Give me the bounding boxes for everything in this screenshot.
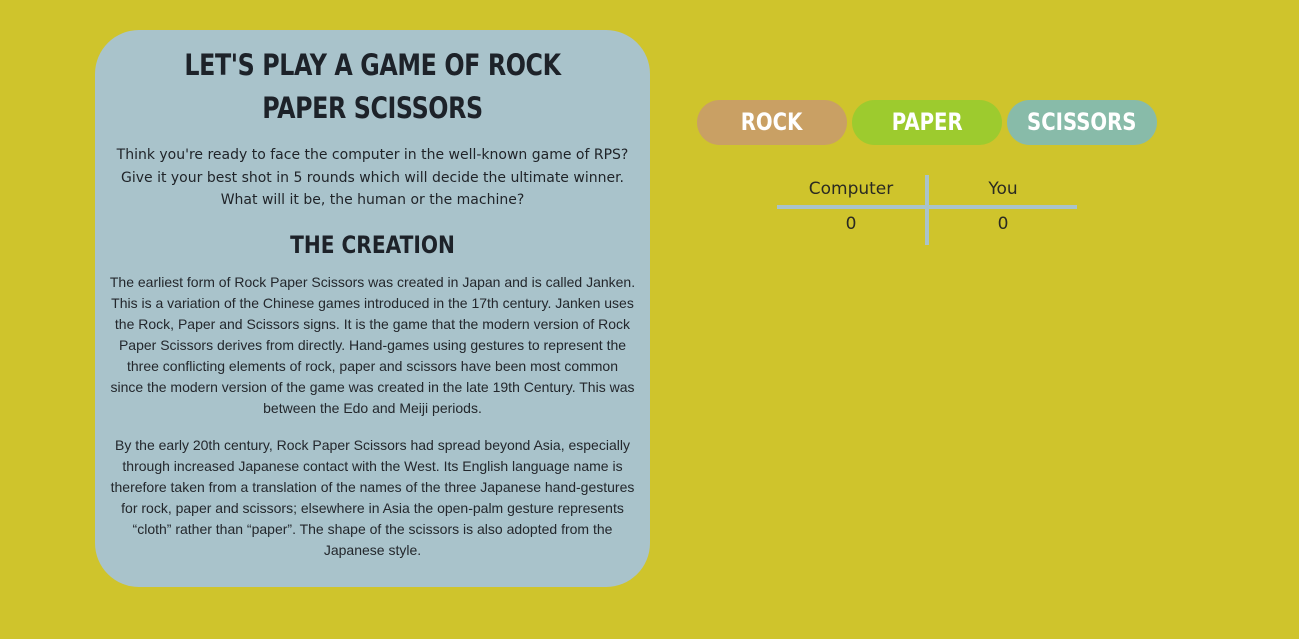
you-label: You (988, 179, 1018, 199)
scissors-button-label: Scissors (1027, 108, 1137, 136)
history-paragraph-2: By the early 20th century, Rock Paper Sc… (110, 436, 635, 558)
section-title: The Creation (290, 230, 455, 259)
score-board: Computer You 0 0 (777, 175, 1077, 245)
page-title: Let's play a game of Rock Paper Scissors (184, 48, 561, 125)
rock-button-label: Rock (741, 108, 803, 136)
paper-button-label: Paper (891, 108, 963, 136)
computer-label: Computer (808, 179, 894, 199)
intro-text: Think you're ready to face the computer … (116, 147, 629, 208)
paper-button[interactable]: Paper (852, 100, 1002, 145)
computer-score: 0 (845, 214, 857, 234)
rock-button[interactable]: Rock (697, 100, 847, 145)
scissors-button[interactable]: Scissors (1007, 100, 1157, 145)
score-horizontal-divider (777, 205, 1077, 209)
you-score: 0 (997, 214, 1009, 234)
history-paragraph-1: The earliest form of Rock Paper Scissors… (109, 273, 636, 416)
info-card: Let's play a game of Rock Paper Scissors… (95, 30, 650, 587)
